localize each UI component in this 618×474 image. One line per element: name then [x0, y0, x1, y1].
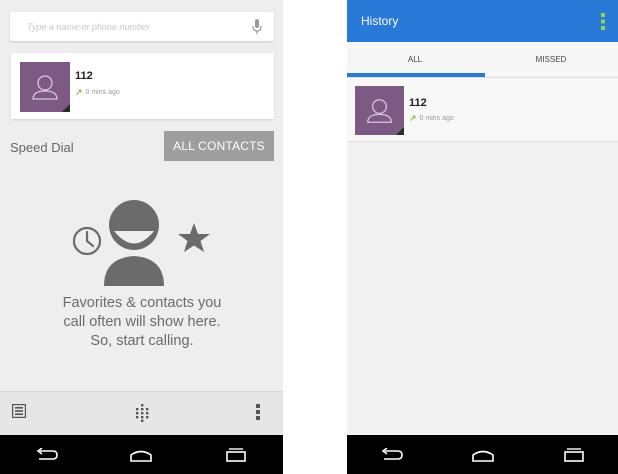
avatar-corner: [396, 127, 404, 135]
favorites-illustration: [72, 200, 210, 286]
dialpad-icon[interactable]: [135, 404, 149, 422]
page-title: History: [361, 14, 399, 28]
contact-avatar: [20, 62, 70, 112]
history-call-row[interactable]: 112 ↗ 0 mins ago: [347, 78, 618, 142]
contact-avatar: [355, 86, 404, 135]
recents-icon[interactable]: [563, 447, 585, 462]
back-icon[interactable]: [381, 447, 403, 462]
speed-dial-label: Speed Dial: [10, 140, 74, 155]
system-nav-bar: [0, 435, 283, 474]
history-screen: History ALL MISSED 112 ↗ 0 mins ago: [347, 0, 618, 474]
search-bar[interactable]: Type a name or phone number: [10, 12, 274, 41]
outgoing-arrow-icon: ↗: [409, 113, 417, 123]
mic-icon[interactable]: [252, 19, 262, 35]
empty-state-line-3: So, start calling.: [90, 333, 194, 349]
outgoing-arrow-icon: ↗: [75, 87, 83, 97]
recents-icon[interactable]: [225, 447, 247, 462]
back-icon[interactable]: [36, 447, 58, 462]
home-icon[interactable]: [129, 448, 153, 462]
history-call-time: 0 mins ago: [419, 115, 454, 122]
overflow-menu-icon[interactable]: [601, 13, 605, 30]
tab-indicator: [347, 73, 485, 77]
recent-call-time: 0 mins ago: [85, 89, 120, 96]
overflow-menu-icon[interactable]: [256, 404, 260, 420]
tab-all[interactable]: ALL: [347, 42, 483, 77]
tab-missed[interactable]: MISSED: [483, 42, 618, 77]
recent-call-number: 112: [75, 70, 93, 82]
history-call-time-row: ↗ 0 mins ago: [409, 113, 454, 124]
person-silhouette-icon: [104, 200, 164, 286]
history-call-number: 112: [409, 97, 427, 109]
call-history-icon[interactable]: [12, 404, 26, 418]
recent-call-time-row: ↗ 0 mins ago: [75, 87, 120, 98]
all-contacts-button[interactable]: ALL CONTACTS: [164, 131, 274, 161]
star-icon: [178, 223, 210, 252]
bottom-action-bar: [0, 391, 283, 435]
system-nav-bar: [347, 435, 618, 474]
dialer-screen: Type a name or phone number 112 ↗ 0 mins…: [0, 0, 283, 474]
empty-state-line-1: Favorites & contacts you: [62, 295, 222, 311]
clock-icon: [72, 226, 102, 256]
avatar-corner: [62, 104, 70, 112]
home-icon[interactable]: [471, 448, 495, 462]
empty-state-message: Favorites & contacts you call often will…: [10, 294, 274, 351]
empty-state-line-2: call often will show here.: [63, 314, 221, 330]
search-placeholder: Type a name or phone number: [27, 21, 150, 32]
recent-call-card[interactable]: 112 ↗ 0 mins ago: [11, 53, 274, 119]
app-bar: History: [347, 0, 618, 42]
